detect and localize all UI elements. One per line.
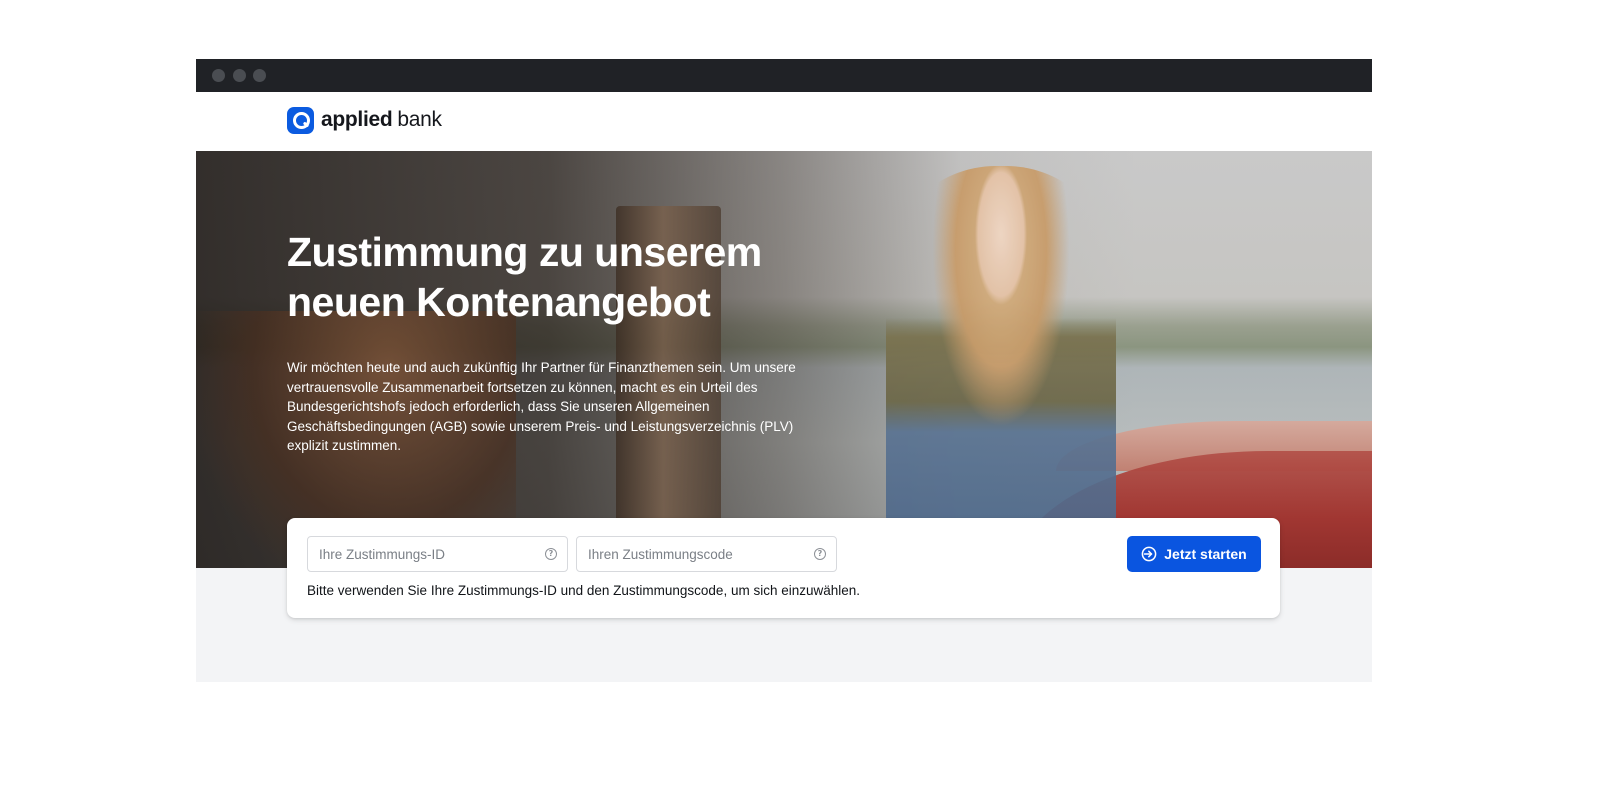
help-icon[interactable]: ? <box>814 548 826 560</box>
window-maximize-dot[interactable] <box>253 69 266 82</box>
consent-id-input[interactable] <box>308 537 567 571</box>
brand-name-bold: applied <box>321 108 393 131</box>
site-header: applied bank <box>196 92 1372 151</box>
consent-id-field[interactable]: ? <box>307 536 568 572</box>
help-icon[interactable]: ? <box>545 548 557 560</box>
start-button[interactable]: Jetzt starten <box>1127 536 1261 572</box>
brand-name-light: bank <box>397 108 442 131</box>
brand-logo[interactable]: applied bank <box>287 106 442 134</box>
browser-window: applied bank Zustimmung zu unserem neuen… <box>196 59 1372 682</box>
login-hint: Bitte verwenden Sie Ihre Zustimmungs-ID … <box>307 583 861 598</box>
consent-code-input[interactable] <box>577 537 836 571</box>
brand-logo-icon <box>287 106 314 134</box>
hero-description: Wir möchten heute und auch zukünftig Ihr… <box>287 360 796 454</box>
hero-banner: Zustimmung zu unserem neuen Kontenangebo… <box>196 151 1372 568</box>
enter-icon <box>1141 546 1157 562</box>
consent-code-field[interactable]: ? <box>576 536 837 572</box>
hero-title: Zustimmung zu unserem neuen Kontenangebo… <box>287 229 762 325</box>
consent-login-card: ? ? Jetzt starten Bitte verwenden Sie Ih… <box>287 518 1280 618</box>
hero-image-person <box>886 166 1116 546</box>
browser-title-bar <box>196 59 1372 92</box>
window-minimize-dot[interactable] <box>233 69 246 82</box>
start-button-label: Jetzt starten <box>1164 546 1247 562</box>
window-close-dot[interactable] <box>212 69 225 82</box>
